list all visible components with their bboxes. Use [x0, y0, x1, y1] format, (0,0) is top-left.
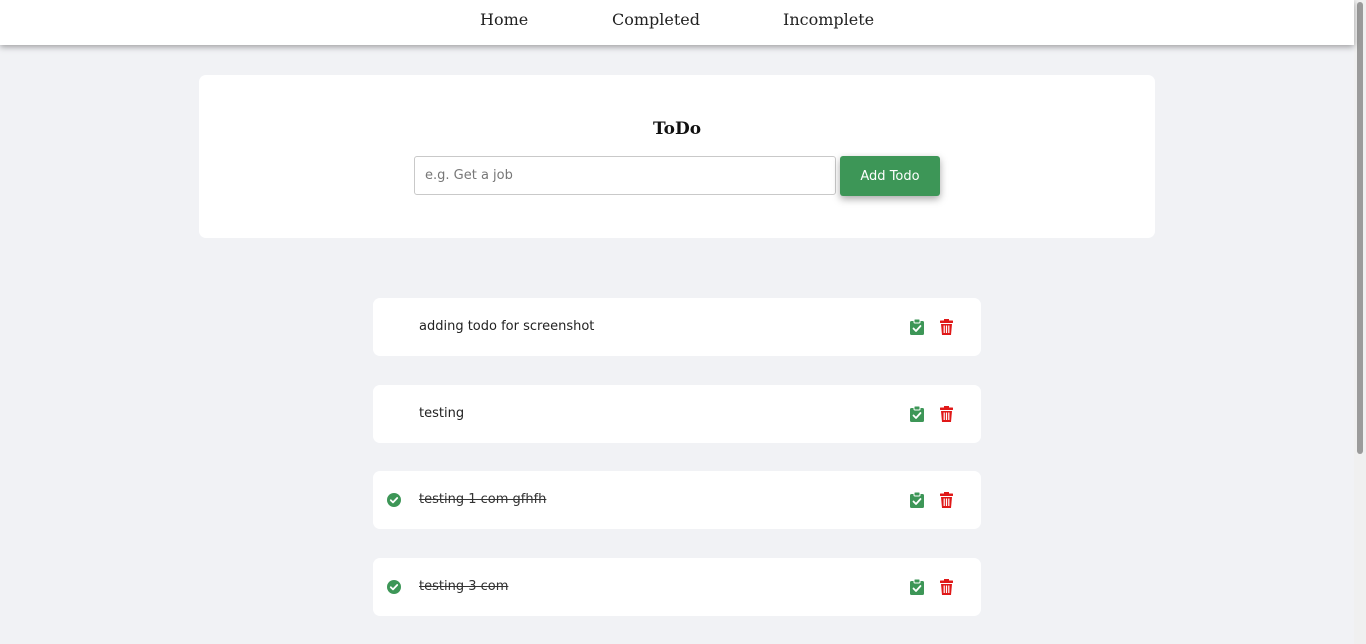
todo-text: testing 3 com: [419, 579, 509, 594]
todo-item: testing 3 com: [373, 558, 981, 616]
clipboard-check-icon[interactable]: [910, 579, 924, 595]
todo-text: testing 1 com gfhfh: [419, 492, 547, 507]
todo-input[interactable]: [414, 156, 836, 195]
nav-link-home[interactable]: Home: [480, 10, 528, 29]
form-title: ToDo: [652, 119, 702, 139]
page-scrollbar[interactable]: [1354, 0, 1366, 644]
clipboard-check-icon[interactable]: [910, 319, 924, 335]
top-navbar: Home Completed Incomplete: [0, 0, 1354, 45]
clipboard-check-icon[interactable]: [910, 406, 924, 422]
scrollbar-thumb[interactable]: [1357, 2, 1363, 454]
trash-icon[interactable]: [940, 492, 953, 508]
trash-icon[interactable]: [940, 579, 953, 595]
nav-link-completed[interactable]: Completed: [612, 10, 700, 29]
clipboard-check-icon[interactable]: [910, 492, 924, 508]
trash-icon[interactable]: [940, 319, 953, 335]
todo-item: testing 1 com gfhfh: [373, 471, 981, 529]
add-todo-button[interactable]: Add Todo: [840, 156, 940, 196]
todo-text: testing: [419, 406, 465, 421]
todo-item: testing: [373, 385, 981, 443]
todo-form-card: ToDo Add Todo: [199, 75, 1155, 238]
check-circle-icon: [387, 493, 401, 507]
check-circle-icon: [387, 580, 401, 594]
nav-link-incomplete[interactable]: Incomplete: [783, 10, 874, 29]
todo-text: adding todo for screenshot: [419, 319, 595, 334]
trash-icon[interactable]: [940, 406, 953, 422]
todo-item: adding todo for screenshot: [373, 298, 981, 356]
